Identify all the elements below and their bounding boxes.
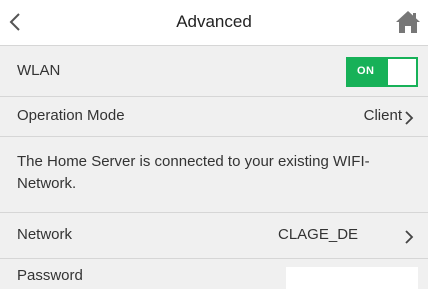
chevron-right-icon bbox=[405, 111, 414, 125]
advanced-settings-screen: Advanced WLAN ON Operation Mode Client T… bbox=[0, 0, 428, 289]
password-row: Password bbox=[0, 258, 428, 289]
info-row: The Home Server is connected to your exi… bbox=[0, 136, 428, 212]
operation-mode-row[interactable]: Operation Mode Client bbox=[0, 96, 428, 136]
connection-info-text: The Home Server is connected to your exi… bbox=[17, 153, 370, 192]
wlan-row: WLAN ON bbox=[0, 45, 428, 96]
home-button[interactable] bbox=[394, 8, 422, 36]
password-label: Password bbox=[17, 267, 83, 284]
wlan-toggle[interactable]: ON bbox=[346, 57, 418, 87]
network-row[interactable]: Network CLAGE_DE bbox=[0, 212, 428, 258]
operation-mode-label: Operation Mode bbox=[17, 107, 125, 124]
toggle-knob bbox=[388, 59, 416, 85]
header-bar: Advanced bbox=[0, 0, 428, 45]
network-label: Network bbox=[17, 226, 73, 243]
operation-mode-value: Client bbox=[363, 107, 402, 124]
password-field[interactable] bbox=[286, 267, 418, 289]
page-title: Advanced bbox=[176, 12, 252, 31]
home-icon bbox=[396, 11, 420, 33]
wlan-label: WLAN bbox=[17, 62, 61, 79]
wlan-toggle-label: ON bbox=[357, 65, 375, 77]
network-value: CLAGE_DE bbox=[278, 226, 359, 243]
chevron-right-icon bbox=[405, 230, 414, 244]
